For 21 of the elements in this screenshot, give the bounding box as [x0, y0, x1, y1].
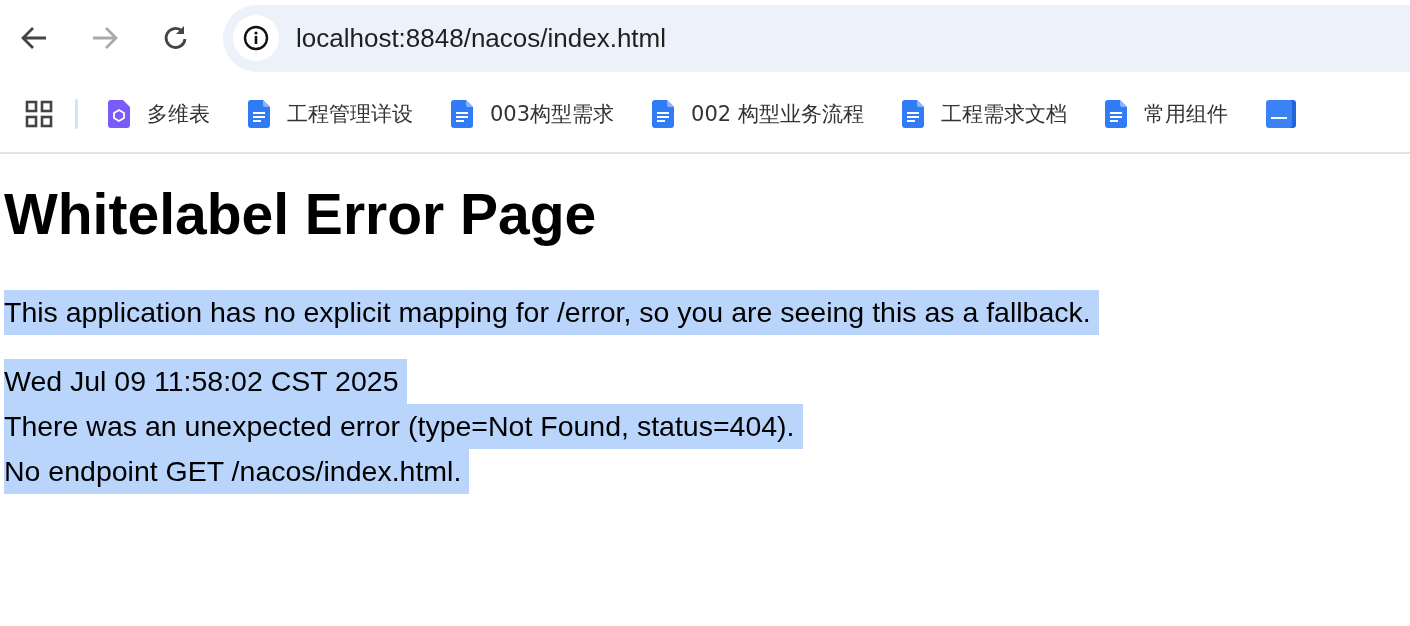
document-icon: [451, 100, 473, 128]
info-icon[interactable]: [233, 15, 279, 61]
page-heading: Whitelabel Error Page: [4, 181, 598, 248]
bookmark[interactable]: 002 构型业务流程: [652, 100, 864, 128]
document-stack-icon: [1265, 100, 1296, 128]
document-icon: [248, 100, 270, 128]
error-text: This application has no explicit mapping for /error, so you are seeing this as a fallback.: [4, 290, 1099, 336]
bookmark[interactable]: 003构型需求: [451, 100, 615, 128]
bookmark[interactable]: 工程管理详设: [248, 100, 413, 128]
document-icon: [1104, 100, 1127, 128]
document-icon: [652, 100, 675, 128]
bookmark[interactable]: 多维表: [108, 100, 210, 128]
bookmark[interactable]: 常用组件: [1104, 100, 1228, 128]
spreadsheet-icon: [108, 100, 130, 128]
address-bar[interactable]: localhost:8848/nacos/index.html: [223, 4, 1410, 72]
apps-grid-icon[interactable]: [25, 100, 53, 128]
bookmark[interactable]: 工程需求文档: [901, 100, 1067, 128]
document-icon: [901, 100, 924, 128]
error-text: No endpoint GET /nacos/index.html.: [4, 449, 470, 495]
error-text: Wed Jul 09 11:58:02 CST 2025: [4, 359, 407, 405]
error-text: There was an unexpected error (type=Not Found, status=404).: [4, 404, 803, 450]
